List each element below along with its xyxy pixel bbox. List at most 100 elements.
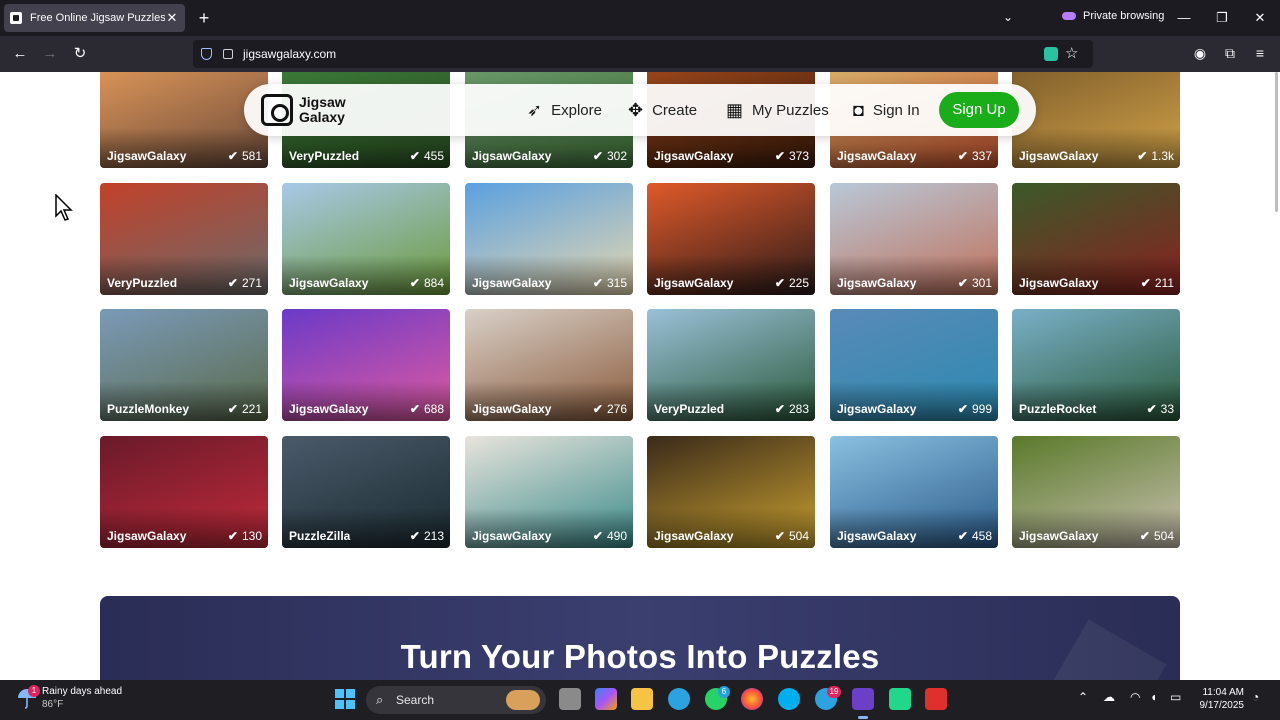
puzzle-author: JigsawGalaxy (837, 149, 917, 163)
site-logo[interactable]: Jigsaw Galaxy (261, 94, 359, 126)
account-icon[interactable]: ◉ (1191, 44, 1209, 62)
lock-icon[interactable] (223, 49, 233, 59)
play-count-value: 581 (241, 149, 262, 163)
firefox-icon[interactable] (741, 688, 763, 710)
search-placeholder: Search (396, 693, 435, 707)
play-count-value: 504 (788, 529, 809, 543)
sign-up-button[interactable]: Sign Up (939, 92, 1019, 128)
check-icon: ✔ (592, 149, 603, 163)
puzzle-card[interactable]: JigsawGalaxy ✔ 504 (647, 436, 815, 548)
task-view-icon[interactable] (559, 688, 581, 710)
check-icon: ✔ (774, 402, 785, 416)
check-icon: ✔ (774, 529, 785, 543)
nav-create[interactable]: ✥ Create (628, 84, 697, 136)
play-count-value: 213 (423, 529, 444, 543)
puzzle-card[interactable]: JigsawGalaxy ✔ 581 (100, 72, 268, 168)
system-clock[interactable]: 11:04 AM 9/17/2025 (1196, 686, 1245, 712)
list-all-tabs-button[interactable]: ⌄ (1000, 10, 1016, 26)
puzzle-play-count: ✔ 581 (228, 149, 262, 163)
puzzle-card[interactable]: JigsawGalaxy ✔ 884 (282, 183, 450, 295)
battery-icon[interactable]: ▭ (1170, 690, 1181, 704)
nav-my-puzzles[interactable]: ▦ My Puzzles (726, 84, 829, 136)
app-menu-icon[interactable]: ≡ (1251, 44, 1269, 62)
puzzle-play-count: ✔ 504 (1140, 529, 1174, 543)
puzzle-card[interactable]: PuzzleMonkey ✔ 221 (100, 309, 268, 421)
play-count-value: 455 (423, 149, 444, 163)
show-hidden-icons-chevron-icon[interactable]: ⌃ (1078, 690, 1088, 704)
bookmark-star-icon[interactable]: ☆ (1065, 44, 1078, 62)
screen-recorder-icon[interactable] (925, 688, 947, 710)
puzzle-play-count: ✔ 884 (410, 276, 444, 290)
puzzle-author: VeryPuzzled (654, 402, 725, 416)
reload-button[interactable]: ↻ (70, 44, 90, 64)
puzzle-play-count: ✔ 999 (958, 402, 992, 416)
pycharm-icon[interactable] (889, 688, 911, 710)
forward-button[interactable]: → (40, 44, 60, 64)
puzzle-card[interactable]: JigsawGalaxy ✔ 504 (1012, 436, 1180, 548)
notification-bell-icon[interactable]: ◔ (1252, 690, 1259, 704)
nav-explore[interactable]: ➶ Explore (527, 84, 602, 136)
url-text[interactable]: jigsawgalaxy.com (243, 47, 336, 61)
puzzle-card[interactable]: VeryPuzzled ✔ 283 (647, 309, 815, 421)
minimize-button[interactable]: — (1176, 10, 1192, 25)
puzzle-card[interactable]: JigsawGalaxy ✔ 301 (830, 183, 998, 295)
copilot-icon[interactable] (595, 688, 617, 710)
puzzle-play-count: ✔ 504 (775, 529, 809, 543)
puzzle-author: JigsawGalaxy (1019, 276, 1099, 290)
taskbar-search-box[interactable]: ⌕ Search (366, 686, 546, 714)
puzzle-play-count: ✔ 337 (958, 149, 992, 163)
puzzle-author: VeryPuzzled (289, 149, 360, 163)
puzzle-play-count: ✔ 225 (775, 276, 809, 290)
puzzle-card[interactable]: JigsawGalaxy ✔ 1.3k (1012, 72, 1180, 168)
puzzle-card[interactable]: PuzzleRocket ✔ 33 (1012, 309, 1180, 421)
puzzle-card[interactable]: JigsawGalaxy ✔ 211 (1012, 183, 1180, 295)
puzzle-author: JigsawGalaxy (472, 529, 552, 543)
address-bar[interactable]: jigsawgalaxy.com ☆ (193, 40, 1093, 68)
wifi-icon[interactable]: ◠ (1130, 690, 1140, 704)
puzzle-play-count: ✔ 211 (1141, 276, 1174, 290)
puzzle-card[interactable]: JigsawGalaxy ✔ 225 (647, 183, 815, 295)
puzzle-author: JigsawGalaxy (289, 402, 369, 416)
skype-icon[interactable] (778, 688, 800, 710)
check-icon: ✔ (592, 276, 603, 290)
puzzle-card[interactable]: JigsawGalaxy ✔ 130 (100, 436, 268, 548)
play-count-value: 315 (606, 276, 627, 290)
onedrive-icon[interactable]: ☁ (1103, 690, 1115, 704)
file-explorer-icon[interactable] (631, 688, 653, 710)
check-icon: ✔ (409, 529, 420, 543)
firefox-private-icon[interactable] (852, 688, 874, 710)
play-count-value: 301 (971, 276, 992, 290)
volume-icon[interactable]: ◖ (1150, 690, 1157, 704)
tracking-protection-shield-icon[interactable] (201, 48, 212, 60)
puzzle-play-count: ✔ 373 (775, 149, 809, 163)
puzzle-card[interactable]: JigsawGalaxy ✔ 315 (465, 183, 633, 295)
new-tab-button[interactable]: + (196, 8, 212, 28)
nav-create-label: Create (652, 101, 698, 119)
nav-sign-in[interactable]: ◘ Sign In (853, 84, 920, 136)
weather-widget[interactable]: 1 Rainy days ahead 86°F (16, 685, 122, 711)
check-icon: ✔ (409, 402, 420, 416)
puzzle-card[interactable]: JigsawGalaxy ✔ 458 (830, 436, 998, 548)
extension-icon[interactable] (1044, 47, 1058, 61)
clock-date: 9/17/2025 (1199, 700, 1245, 711)
puzzle-card[interactable]: JigsawGalaxy ✔ 999 (830, 309, 998, 421)
telegram-icon[interactable] (668, 688, 690, 710)
browser-tab-active[interactable]: Free Online Jigsaw Puzzles for A ✕ (4, 4, 185, 32)
start-button-windows-icon[interactable] (334, 688, 356, 710)
tab-close-icon[interactable]: ✕ (165, 10, 179, 26)
puzzle-card[interactable]: VeryPuzzled ✔ 271 (100, 183, 268, 295)
page-scrollbar[interactable] (1275, 72, 1278, 212)
puzzle-card[interactable]: JigsawGalaxy ✔ 490 (465, 436, 633, 548)
puzzle-card[interactable]: PuzzleZilla ✔ 213 (282, 436, 450, 548)
close-window-button[interactable]: ✕ (1252, 10, 1268, 26)
private-browsing-indicator: Private browsing (1062, 10, 1164, 22)
back-button[interactable]: ← (10, 44, 30, 64)
create-puzzle-banner: Turn Your Photos Into Puzzles (100, 596, 1180, 680)
play-count-value: 337 (971, 149, 992, 163)
maximize-button[interactable]: ❐ (1214, 10, 1230, 26)
site-favicon-icon (10, 12, 22, 24)
extensions-icon[interactable]: ⧉ (1221, 44, 1239, 62)
puzzle-card[interactable]: JigsawGalaxy ✔ 276 (465, 309, 633, 421)
puzzle-card[interactable]: JigsawGalaxy ✔ 688 (282, 309, 450, 421)
user-icon: ◘ (853, 99, 864, 120)
